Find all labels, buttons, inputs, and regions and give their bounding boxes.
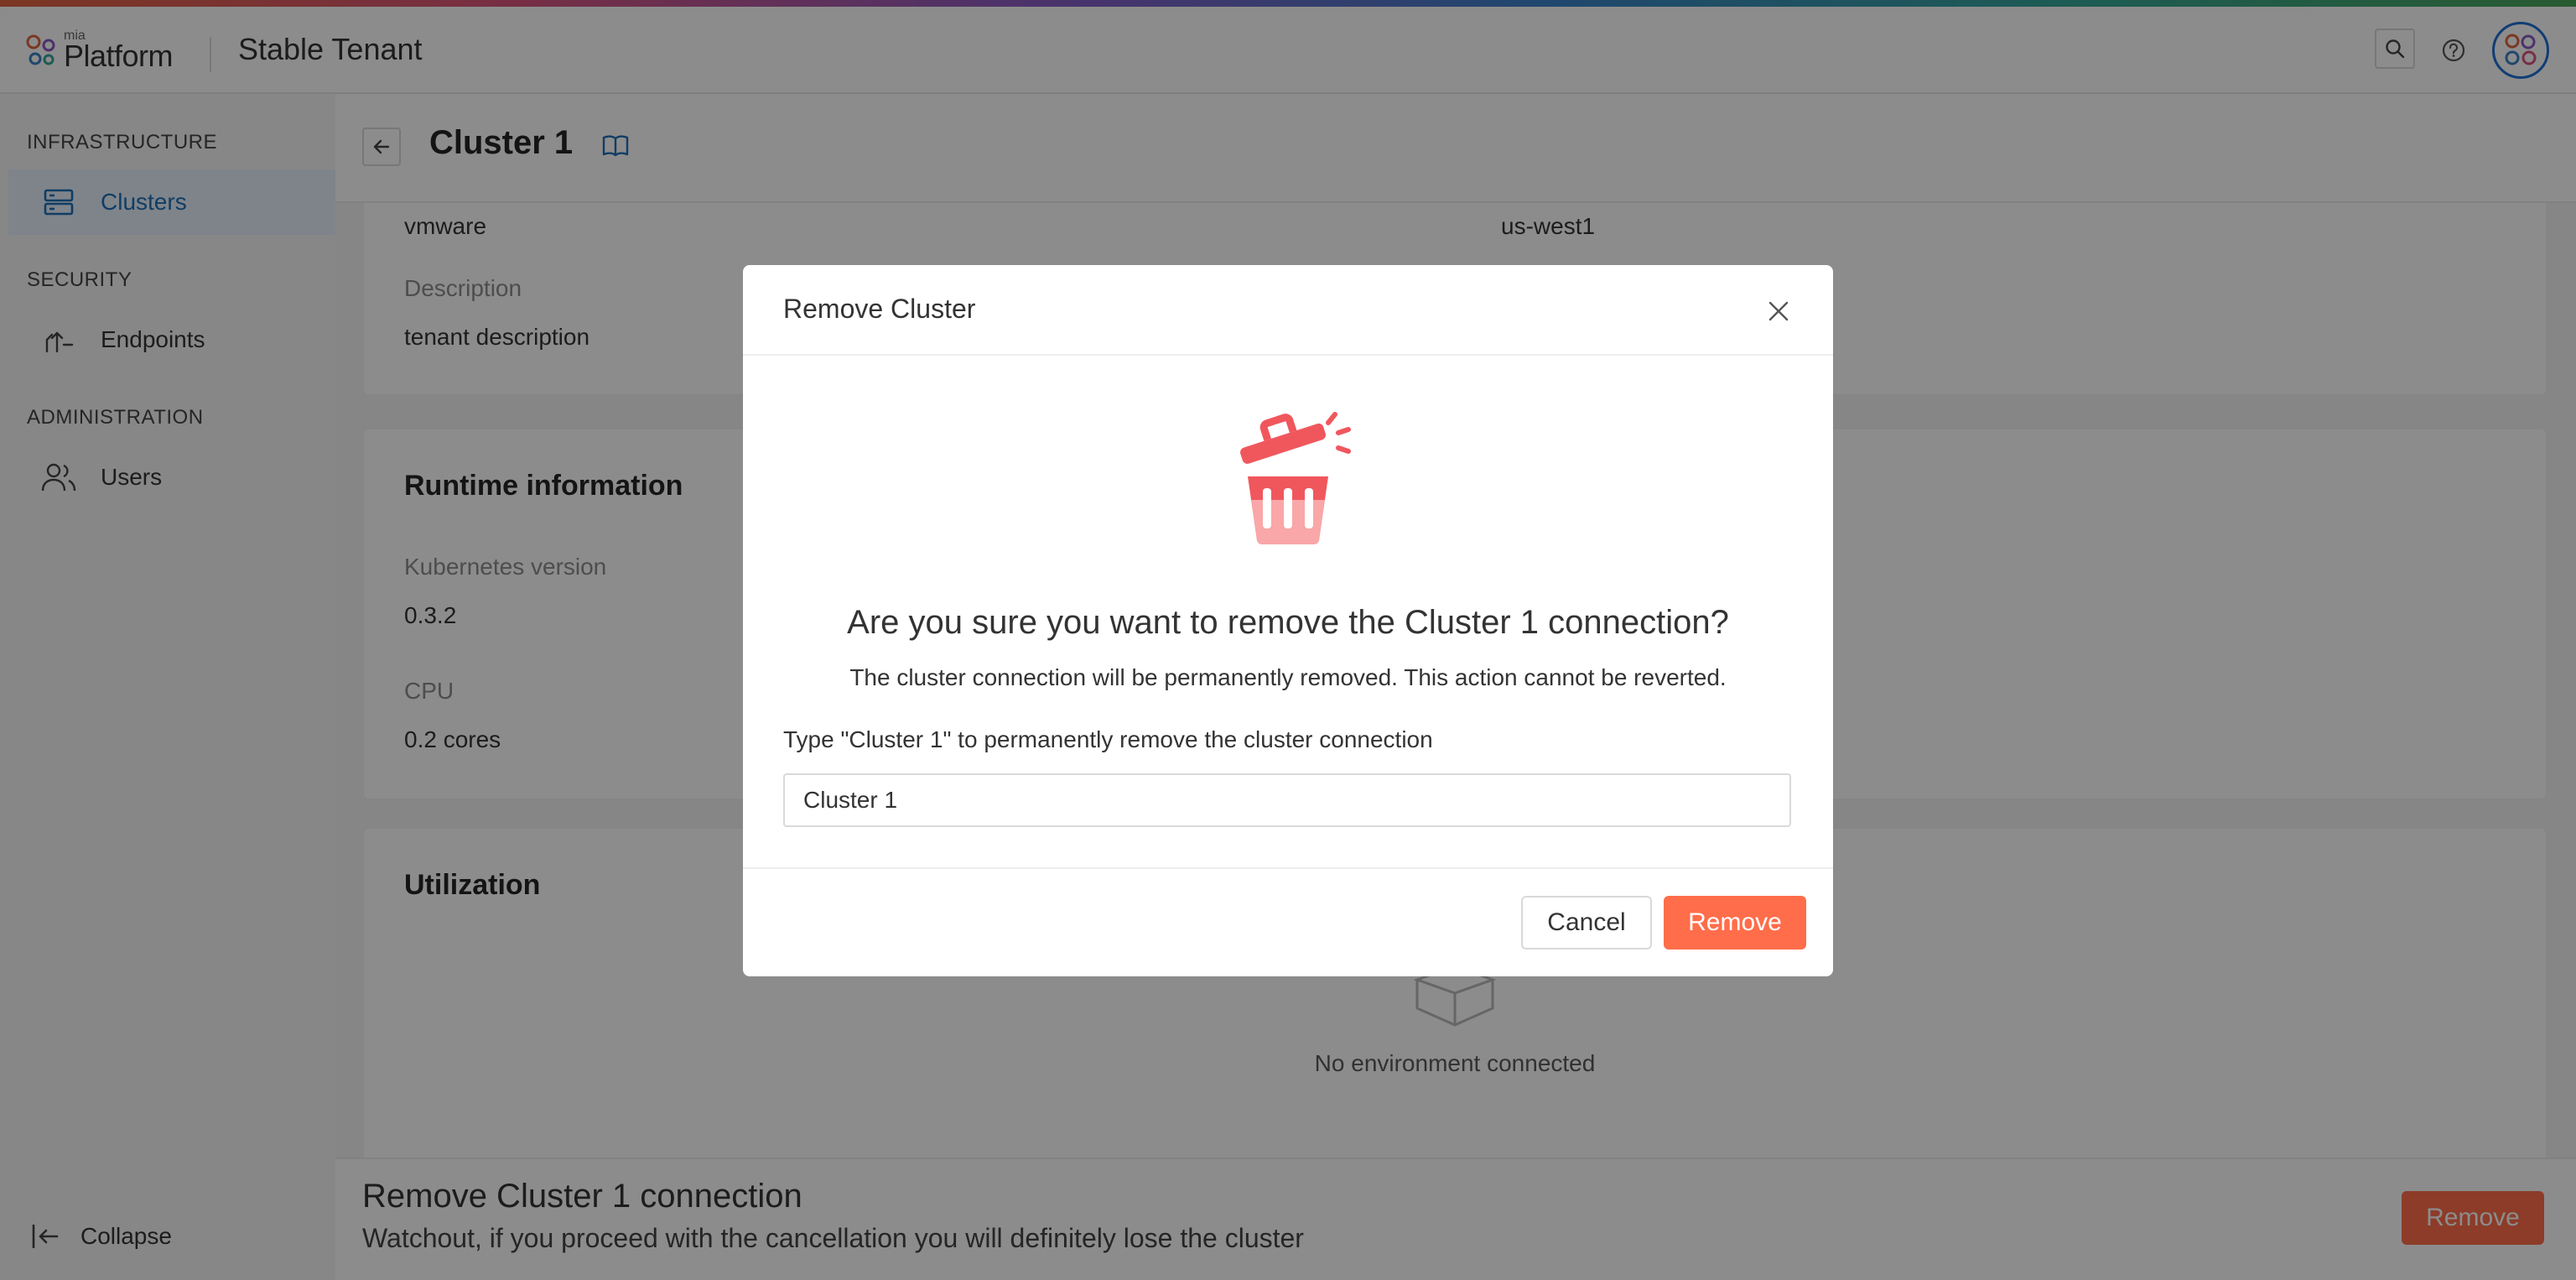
trash-icon (1240, 412, 1351, 545)
confirm-description: The cluster connection will be permanent… (849, 664, 1727, 690)
remove-cluster-modal: Remove Cluster Are you sure you want to … (743, 265, 1833, 976)
modal-close-button[interactable] (1763, 295, 1794, 327)
modal-footer: Cancel Remove (743, 867, 1833, 976)
confirm-input-label: Type "Cluster 1" to permanently remove t… (783, 726, 1433, 752)
cancel-button[interactable]: Cancel (1521, 896, 1652, 950)
close-icon (1768, 301, 1789, 321)
confirm-cluster-name-input[interactable] (783, 773, 1791, 827)
modal-title: Remove Cluster (783, 294, 976, 324)
modal-header: Remove Cluster (743, 265, 1833, 356)
confirm-question: Are you sure you want to remove the Clus… (847, 604, 1729, 641)
remove-button[interactable]: Remove (1664, 896, 1806, 950)
